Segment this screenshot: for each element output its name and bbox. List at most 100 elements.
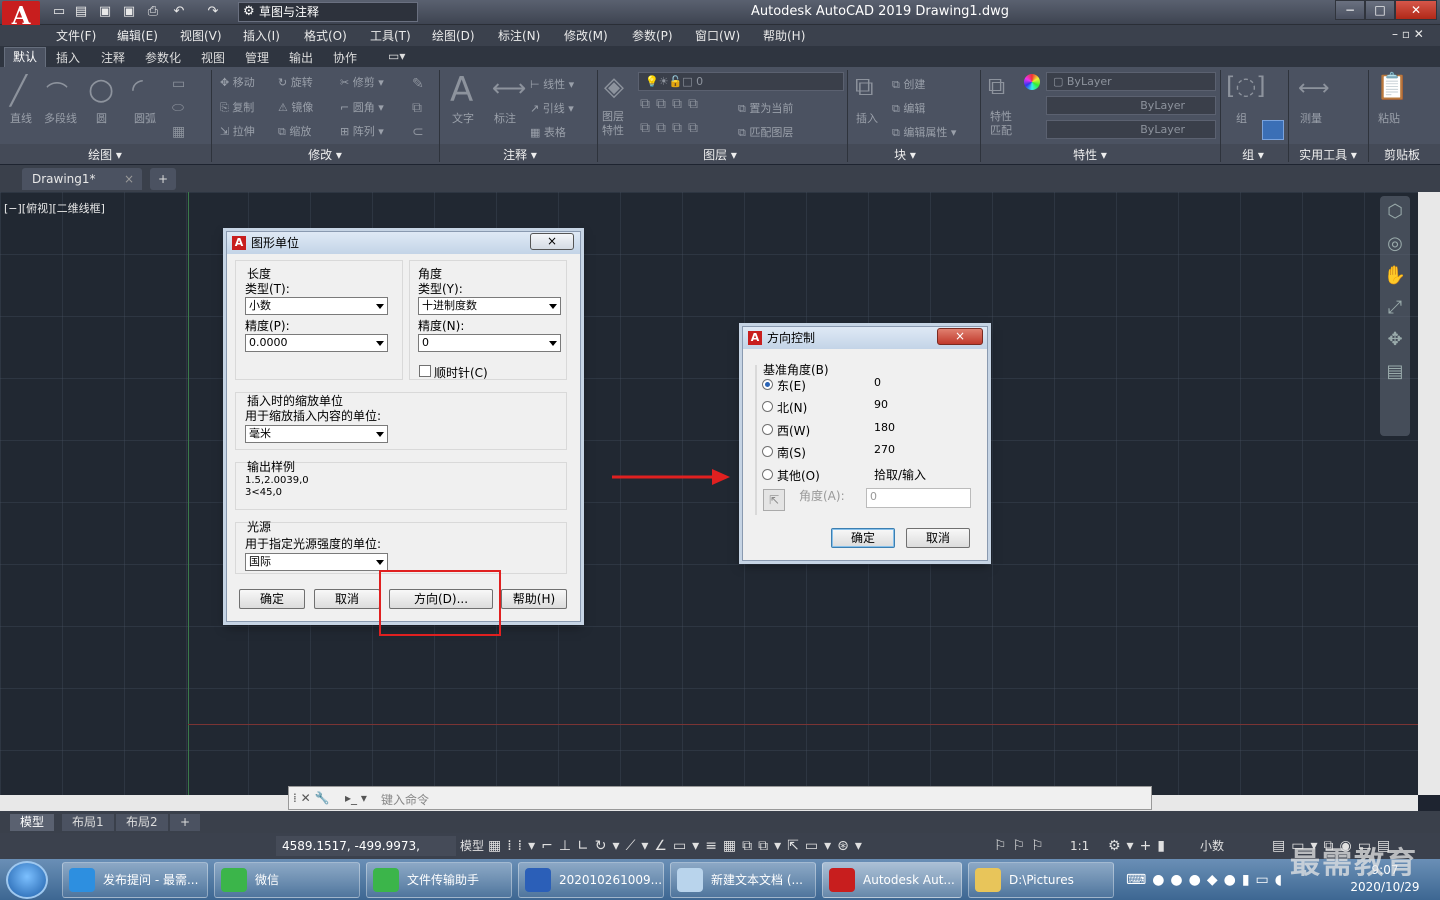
coordinates-readout[interactable]: 4589.1517, -499.9973, 0.0000 <box>276 836 456 873</box>
length-precision-select[interactable]: 0.0000 <box>245 334 388 352</box>
rotate-label[interactable]: ↻ 旋转 <box>278 74 313 90</box>
tab-layout1[interactable]: 布局1 <box>62 814 114 831</box>
menu-view[interactable]: 视图(V) <box>180 27 222 44</box>
tab-output[interactable]: 输出 <box>289 49 313 66</box>
doc-tab-drawing1[interactable]: Drawing1* × <box>22 168 142 190</box>
menu-tools[interactable]: 工具(T) <box>370 27 411 44</box>
rectangle-icon[interactable]: ▭ ⬭ ▦ <box>172 72 185 144</box>
annotation-panel-label[interactable]: 注释 ▾ <box>480 146 560 163</box>
direction-close-button[interactable]: × <box>937 328 983 345</box>
task-ie[interactable]: 发布提问 - 最需... <box>62 862 208 898</box>
block-panel-label[interactable]: 块 ▾ <box>870 146 940 163</box>
close-tab-icon[interactable]: × <box>124 168 134 190</box>
navigation-bar[interactable]: ⬡ ◎ ✋ ⤢ ✥ ▤ <box>1380 196 1410 436</box>
lighting-select[interactable]: 国际 <box>245 553 388 571</box>
text-icon[interactable]: A <box>450 70 473 110</box>
modify-extra-icons[interactable]: ✎ ⧉ ⊂ <box>412 72 424 144</box>
table-label[interactable]: ▦ 表格 <box>530 124 566 140</box>
line-icon[interactable]: ╱ <box>10 74 27 107</box>
menu-draw[interactable]: 绘图(D) <box>432 27 475 44</box>
undo-icon[interactable]: ↶ <box>170 3 188 21</box>
redo-icon[interactable]: ↷ <box>204 3 222 21</box>
set-current-label[interactable]: ⧉ 置为当前 <box>738 100 793 116</box>
leader-label[interactable]: ↗ 引线 ▾ <box>530 100 574 116</box>
task-autocad[interactable]: Autodesk Aut... <box>822 862 962 898</box>
save-icon[interactable]: ▣ <box>96 3 114 21</box>
model-space-button[interactable]: 模型 <box>460 836 484 856</box>
task-wechat[interactable]: 微信 <box>214 862 360 898</box>
units-ok-button[interactable]: 确定 <box>239 589 305 609</box>
clockwise-checkbox[interactable] <box>419 365 431 377</box>
ribbon-options-icon[interactable]: ▭▾ <box>388 49 405 63</box>
match-layer-label[interactable]: ⧉ 匹配图层 <box>738 124 793 140</box>
groups-panel-label[interactable]: 组 ▾ <box>1228 146 1278 163</box>
angle-type-select[interactable]: 十进制度数 <box>418 297 561 315</box>
units-help-button[interactable]: 帮助(H) <box>501 589 567 609</box>
start-button[interactable] <box>6 861 48 899</box>
print-icon[interactable]: ⎙ <box>144 3 162 21</box>
tab-insert[interactable]: 插入 <box>56 49 80 66</box>
radio-north[interactable] <box>762 401 773 412</box>
create-block-label[interactable]: ⧉ 创建 <box>892 76 925 92</box>
length-type-select[interactable]: 小数 <box>245 297 388 315</box>
move-label[interactable]: ✥ 移动 <box>220 74 255 90</box>
tab-parametric[interactable]: 参数化 <box>145 49 181 66</box>
task-explorer[interactable]: D:\Pictures <box>968 862 1114 898</box>
layer-dropdown[interactable]: 💡☀🔓□ 0 <box>638 72 844 91</box>
match-properties-icon[interactable]: ⧉ <box>988 72 1005 100</box>
tab-model[interactable]: 模型 <box>10 814 55 831</box>
settings-icons[interactable]: ⚙▾+▮ <box>1108 836 1171 856</box>
annotation-scale[interactable]: 1:1 <box>1070 836 1089 856</box>
arc-icon[interactable]: ◜ <box>132 72 143 105</box>
color-wheel-icon[interactable] <box>1024 74 1040 90</box>
stretch-label[interactable]: ⇲ 拉伸 <box>220 123 255 139</box>
insert-block-icon[interactable]: ⧉ <box>855 72 874 103</box>
new-tab-button[interactable]: + <box>150 168 176 190</box>
angle-precision-select[interactable]: 0 <box>418 334 561 352</box>
menu-parametric[interactable]: 参数(P) <box>632 27 673 44</box>
modify-panel-label[interactable]: 修改 ▾ <box>280 146 370 163</box>
units-display[interactable]: 小数 <box>1200 836 1224 856</box>
command-line[interactable]: ⁞ ✕ 🔧 ▸_ ▾ 键入命令 <box>288 786 1152 810</box>
radio-west[interactable] <box>762 424 773 435</box>
menu-dimension[interactable]: 标注(N) <box>498 27 540 44</box>
radio-east[interactable] <box>762 379 773 390</box>
layer-tool-icons[interactable]: ⧉⧉⧉⧉ <box>640 96 704 112</box>
close-icon[interactable]: ⁞ ✕ 🔧 <box>293 791 329 805</box>
drafting-tools-icons[interactable]: ▦⁞⁞▾⌐⊥∟↻▾⟋▾∠▭▾≡▦⧉⧉▾⇱▭▾⊛▾ <box>488 836 868 856</box>
tab-annotate[interactable]: 注释 <box>101 49 125 66</box>
edit-attributes-label[interactable]: ⧉ 编辑属性 ▾ <box>892 124 956 140</box>
add-layout-button[interactable]: + <box>170 814 201 831</box>
command-input[interactable]: 键入命令 <box>381 791 429 808</box>
new-file-icon[interactable]: ▭ <box>50 3 68 21</box>
group-icon[interactable]: [◌] <box>1226 72 1266 100</box>
layer-tool-icons-2[interactable]: ⧉⧉⧉⧉ <box>640 120 704 136</box>
menu-window[interactable]: 窗口(W) <box>695 27 740 44</box>
viewport-controls[interactable]: [−][俯视][二维线框] <box>4 200 105 216</box>
maximize-button[interactable]: □ <box>1365 0 1395 20</box>
drawing-canvas[interactable] <box>0 192 1418 795</box>
radio-south[interactable] <box>762 446 773 457</box>
copy-label[interactable]: ⎘ 复制 <box>220 99 254 115</box>
tab-collaborate[interactable]: 协作 <box>333 49 357 66</box>
save-as-icon[interactable]: ▣ <box>120 3 138 21</box>
units-cancel-button[interactable]: 取消 <box>314 589 380 609</box>
utilities-panel-label[interactable]: 实用工具 ▾ <box>1290 146 1366 163</box>
scale-label[interactable]: ⧉ 缩放 <box>278 123 311 139</box>
doc-window-controls[interactable]: – ▫ ✕ <box>1392 27 1424 41</box>
array-label[interactable]: ⊞ 阵列 ▾ <box>340 123 384 139</box>
direction-ok-button[interactable]: 确定 <box>831 528 895 548</box>
workspace-selector[interactable]: 草图与注释 <box>238 2 418 22</box>
edit-block-label[interactable]: ⧉ 编辑 <box>892 100 925 116</box>
linetype-dropdown[interactable]: ByLayer <box>1046 96 1216 115</box>
task-word[interactable]: 202010261009... <box>518 862 664 898</box>
menu-insert[interactable]: 插入(I) <box>243 27 280 44</box>
lineweight-dropdown[interactable]: ByLayer <box>1046 120 1216 139</box>
layers-panel-label[interactable]: 图层 ▾ <box>680 146 760 163</box>
linear-label[interactable]: ⊢ 线性 ▾ <box>530 76 574 92</box>
mirror-label[interactable]: ⚠ 镜像 <box>278 99 313 115</box>
close-window-button[interactable]: ✕ <box>1395 0 1437 20</box>
polyline-icon[interactable]: ⌒ <box>46 76 68 108</box>
tab-layout2[interactable]: 布局2 <box>116 814 168 831</box>
menu-help[interactable]: 帮助(H) <box>763 27 805 44</box>
